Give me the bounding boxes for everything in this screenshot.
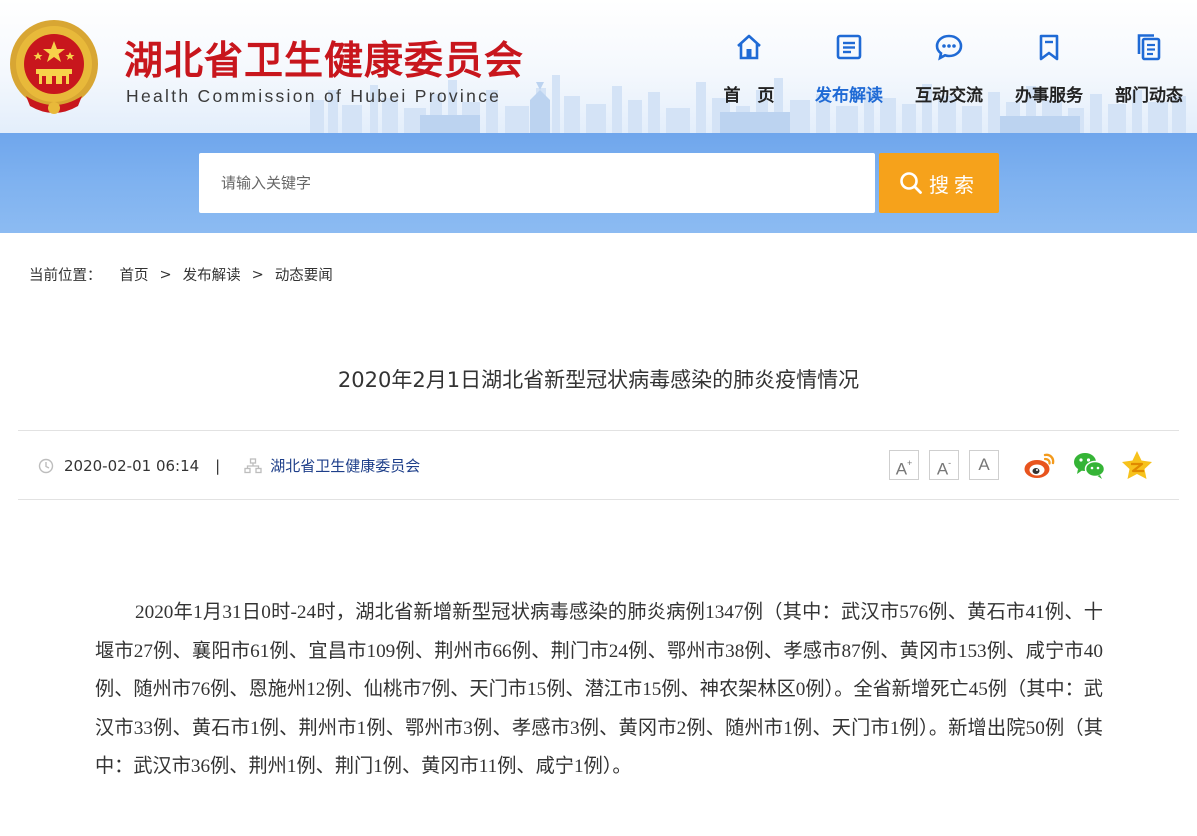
nav-interaction[interactable]: 互动交流 (899, 28, 999, 118)
article-source-link[interactable]: 湖北省卫生健康委员会 (270, 455, 420, 476)
breadcrumb-release-interpretation[interactable]: 发布解读 (183, 264, 241, 285)
breadcrumb-news[interactable]: 动态要闻 (275, 264, 333, 285)
nav-release-interpretation[interactable]: 发布解读 (799, 28, 899, 118)
wechat-icon[interactable] (1072, 450, 1106, 480)
search-input[interactable] (199, 153, 875, 213)
document-icon (836, 34, 862, 60)
search-button-label: 搜索 (929, 172, 979, 197)
nav-department-news[interactable]: 部门动态 (1099, 28, 1197, 118)
copy-icon (1137, 34, 1161, 61)
nav-interaction-label: 互动交流 (915, 86, 983, 106)
site-title: 湖北省卫生健康委员会 (124, 39, 525, 84)
search-button[interactable]: 搜索 (879, 153, 999, 213)
nav-services[interactable]: 办事服务 (999, 28, 1099, 118)
weibo-icon[interactable] (1023, 450, 1057, 480)
font-decrease-button[interactable]: A- (929, 450, 959, 480)
clock-icon (38, 458, 54, 473)
article-date: 2020-02-01 06:14 (64, 456, 200, 475)
nav-home[interactable]: 首 页 (699, 28, 799, 118)
search-band: 搜索 (0, 133, 1197, 233)
breadcrumb-separator: > (159, 266, 172, 283)
nav-release-interpretation-label: 发布解读 (815, 86, 883, 106)
breadcrumb-prefix: 当前位置： (29, 268, 102, 284)
breadcrumb: 当前位置： 首页 > 发布解读 > 动态要闻 (29, 264, 333, 285)
article-title: 2020年2月1日湖北省新型冠状病毒感染的肺炎疫情情况 (337, 368, 860, 392)
site-subtitle: Health Commission of Hubei Province (126, 86, 502, 106)
bookmark-icon (1039, 34, 1059, 61)
font-increase-button[interactable]: A+ (889, 450, 919, 480)
national-emblem-icon (10, 20, 98, 114)
chat-icon (935, 34, 963, 61)
meta-divider: | (215, 456, 221, 475)
article-meta-bar: 2020-02-01 06:14 | 湖北省卫生健康委员会 A+ A- A (18, 430, 1179, 500)
home-icon (737, 34, 761, 60)
breadcrumb-home[interactable]: 首页 (120, 264, 149, 285)
breadcrumb-separator: > (251, 266, 264, 283)
search-icon (900, 172, 922, 194)
qzone-icon[interactable] (1120, 450, 1154, 480)
site-header: 湖北省卫生健康委员会 Health Commission of Hubei Pr… (0, 0, 1197, 133)
organization-icon (244, 457, 262, 473)
article-meta: 2020-02-01 06:14 | 湖北省卫生健康委员会 (38, 455, 420, 476)
font-reset-button[interactable]: A (969, 450, 999, 480)
nav-services-label: 办事服务 (1015, 86, 1083, 106)
nav-department-news-label: 部门动态 (1115, 86, 1183, 106)
nav-home-label: 首 页 (723, 86, 775, 106)
article-body: 2020年1月31日0时-24时，湖北省新增新型冠状病毒感染的肺炎病例1347例… (95, 602, 1103, 777)
